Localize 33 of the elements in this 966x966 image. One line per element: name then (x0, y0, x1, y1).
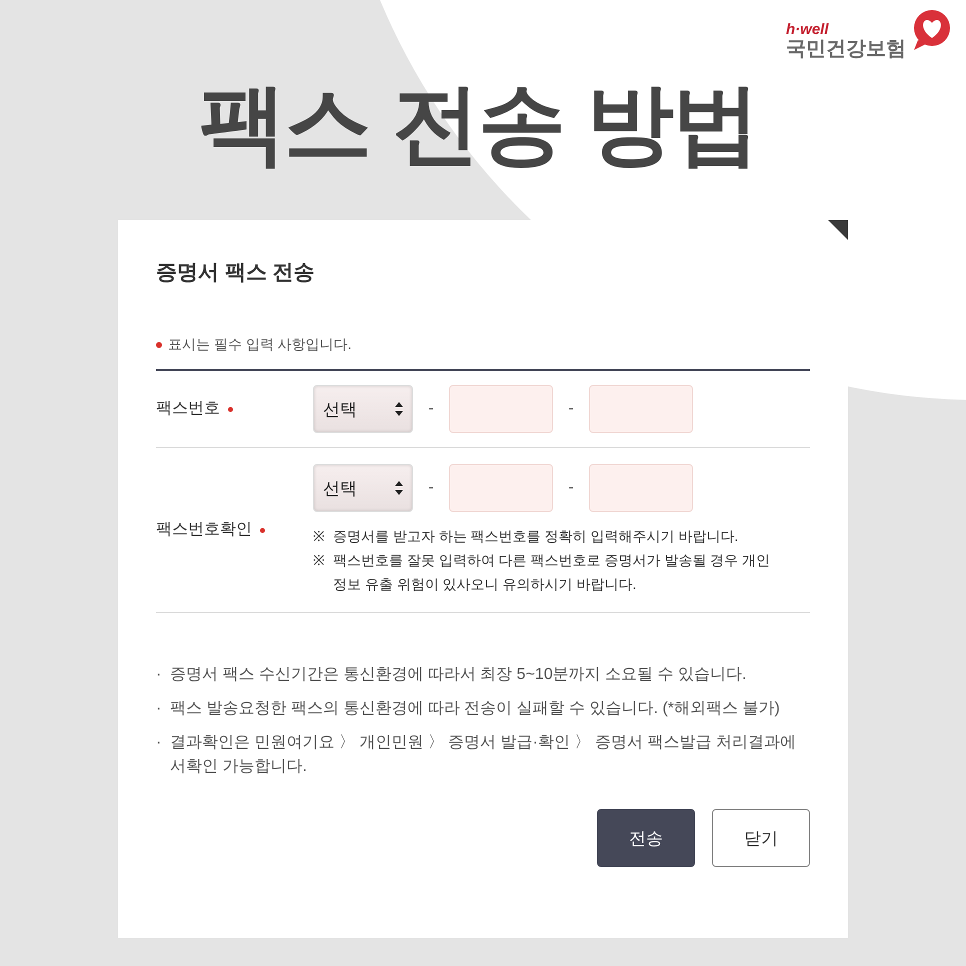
reference-mark: ※ (313, 551, 326, 570)
area-code-select[interactable]: 선택 (313, 464, 413, 512)
field-label: 팩스번호확인 (156, 520, 252, 540)
bullet-mark: · (156, 665, 162, 686)
required-note: 표시는 필수 입력 사항입니다. (168, 335, 352, 354)
field-label: 팩스번호 (156, 399, 220, 420)
sort-arrows-icon (395, 481, 403, 496)
bullet-mark: · (156, 699, 162, 720)
send-button[interactable]: 전송 (597, 809, 695, 868)
note-text: 팩스번호를 잘못 입력하여 다른 팩스번호로 증명서가 발송될 경우 개인 정보 유출 위험이 있사오니 유의하시기 바랍니다. (333, 551, 772, 594)
dash-separator: - (567, 399, 575, 420)
logo-tagline: h·well (786, 22, 829, 37)
dash-separator: - (427, 399, 435, 420)
number-input-field[interactable] (449, 385, 553, 434)
heart-icon (912, 8, 952, 52)
close-button[interactable]: 닫기 (712, 809, 810, 868)
corner-fold (828, 220, 848, 240)
dash-separator: - (427, 478, 435, 498)
dash-separator: - (567, 478, 575, 498)
dialog-title: 증명서 팩스 전송 (156, 260, 316, 286)
logo-name: 국민건강보험 (786, 37, 906, 62)
number-input-field[interactable] (589, 464, 693, 512)
number-input-field[interactable] (589, 385, 693, 434)
notice-text: 증명서 팩스 수신기간은 통신환경에 따라서 최장 5~10분까지 소요될 수 있습니다. (170, 665, 748, 686)
bullet-mark: · (156, 733, 162, 754)
notice-text: 팩스 발송요청한 팩스의 통신환경에 따라 전송이 실패할 수 있습니다. (*해외팩스 불가) (170, 699, 781, 720)
headline: 팩스 전송 방법 (198, 80, 758, 175)
sort-arrows-icon (395, 402, 403, 416)
reference-mark: ※ (313, 527, 326, 546)
note-text: 증명서를 받고자 하는 팩스번호를 정확히 입력해주시기 바랍니다. (333, 527, 738, 546)
area-code-select[interactable]: 선택 (313, 385, 413, 434)
number-input-field[interactable] (449, 464, 553, 512)
notice-text: 결과확인은 민원여기요 〉 개인민원 〉 증명서 발급·확인 〉 증명서 팩스발급 처리결과에서확인 가능합니다. (170, 733, 797, 778)
